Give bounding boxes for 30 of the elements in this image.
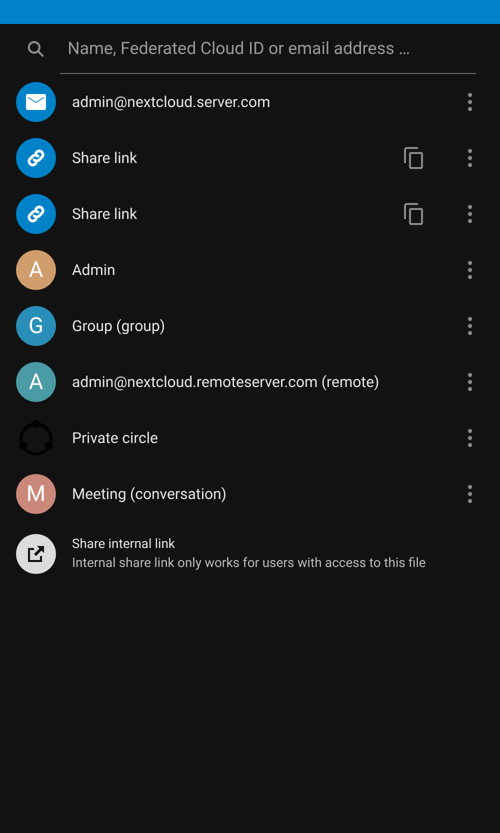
share-label: Admin (72, 260, 116, 281)
share-label: Group (group) (72, 316, 166, 337)
letter-avatar: A (16, 250, 56, 290)
letter-avatar: A (16, 362, 56, 402)
search-field[interactable]: Name, Federated Cloud ID or email address … (60, 24, 476, 74)
envelope-icon (26, 94, 46, 110)
more-icon (468, 261, 472, 279)
share-label: Private circle (72, 428, 159, 449)
internal-link-title: Share internal link (72, 536, 176, 554)
more-icon (468, 485, 472, 503)
letter-avatar: M (16, 474, 56, 514)
letter-avatar: G (16, 306, 56, 346)
more-icon (468, 149, 472, 167)
search-icon (26, 39, 46, 59)
share-label: admin@nextcloud.remoteserver.com (remote) (72, 372, 380, 393)
share-label: Meeting (conversation) (72, 484, 228, 505)
share-icon (26, 544, 46, 564)
share-label: Share link (72, 148, 138, 169)
more-icon (468, 93, 472, 111)
copy-icon (404, 203, 424, 225)
copy-icon (404, 147, 424, 169)
link-icon (25, 147, 47, 169)
more-icon (468, 373, 472, 391)
more-icon (468, 429, 472, 447)
share-label: admin@nextcloud.server.com (72, 92, 272, 113)
more-icon (468, 317, 472, 335)
share-label: Share link (72, 204, 138, 225)
internal-link-subtitle: Internal share link only works for users with access to this file (72, 555, 426, 573)
more-icon (468, 205, 472, 223)
link-icon (25, 203, 47, 225)
